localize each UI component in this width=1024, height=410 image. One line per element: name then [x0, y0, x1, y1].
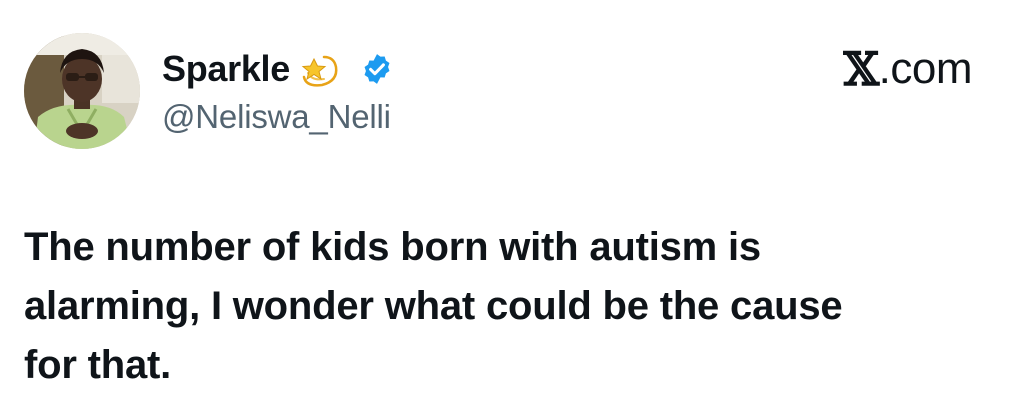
avatar-photo: [24, 33, 140, 149]
avatar[interactable]: [24, 33, 140, 149]
brand-domain: .com: [878, 44, 973, 93]
x-logo-icon: 𝕏: [843, 42, 879, 96]
tweet-text: The number of kids born with autism is a…: [24, 225, 843, 387]
verified-badge-icon: [360, 52, 394, 86]
author-name-row: Sparkle: [162, 44, 394, 94]
author-handle[interactable]: @Neliswa_Nelli: [162, 95, 391, 139]
display-name[interactable]: Sparkle: [162, 44, 290, 94]
x-brand-label: 𝕏 .com: [843, 44, 972, 94]
tweet-card: Sparkle @Neliswa_Nelli 𝕏 .com The number …: [0, 0, 1024, 410]
dizzy-star-icon: [298, 47, 342, 91]
